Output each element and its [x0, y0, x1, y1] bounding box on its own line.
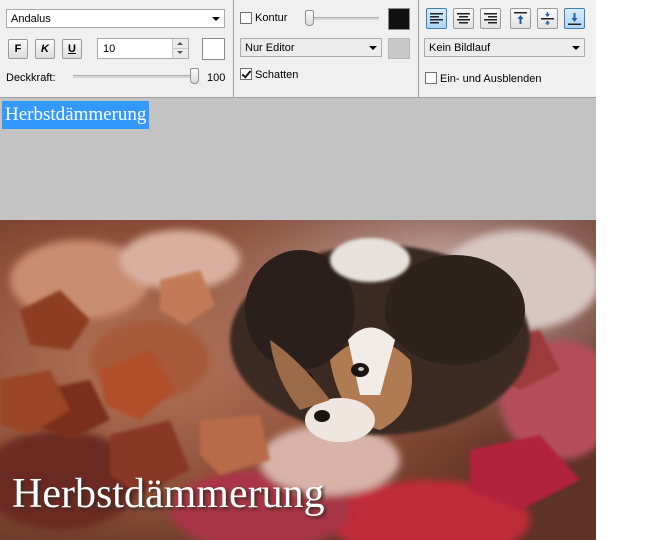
- align-left-button[interactable]: [426, 8, 447, 29]
- align-right-icon: [484, 13, 497, 24]
- align-left-icon: [430, 13, 443, 24]
- valign-bottom-button[interactable]: [564, 8, 585, 29]
- valign-bottom-icon: [568, 13, 581, 25]
- toolbar-separator: [418, 0, 419, 97]
- opacity-label: Deckkraft:: [6, 72, 56, 84]
- outline-label: Kontur: [255, 12, 288, 24]
- text-toolbar: Andalus F K U 10 Deckkraft: 100 Kontur N…: [0, 0, 596, 98]
- align-right-button[interactable]: [480, 8, 501, 29]
- chevron-down-icon: [212, 17, 220, 21]
- background-photo: Herbstdämmerung: [0, 220, 596, 540]
- shadow-label: Schatten: [255, 69, 299, 81]
- overlay-title-text: Herbstdämmerung: [12, 471, 325, 517]
- shadow-checkbox[interactable]: [240, 68, 252, 80]
- valign-top-icon: [514, 12, 527, 24]
- valign-middle-button[interactable]: [537, 8, 558, 29]
- align-center-icon: [457, 13, 470, 24]
- selected-text[interactable]: Herbstdämmerung: [2, 101, 150, 129]
- font-size-up-button[interactable]: [173, 39, 188, 49]
- valign-middle-icon: [541, 12, 554, 25]
- shadow-color-swatch[interactable]: [388, 38, 410, 59]
- scroll-effect-value: Kein Bildlauf: [429, 42, 491, 54]
- fade-label: Ein- und Ausblenden: [440, 73, 542, 85]
- chevron-down-icon: [369, 46, 377, 50]
- opacity-value: 100: [207, 72, 226, 84]
- outline-slider-thumb[interactable]: [305, 10, 314, 26]
- text-color-swatch[interactable]: [202, 38, 225, 60]
- font-size-value: 10: [103, 43, 116, 55]
- font-size-stepper[interactable]: 10: [97, 38, 189, 59]
- bold-button[interactable]: F: [8, 39, 28, 59]
- outline-color-swatch[interactable]: [388, 8, 410, 30]
- font-size-spin-buttons: [172, 39, 188, 58]
- align-center-button[interactable]: [453, 8, 474, 29]
- chevron-down-icon: [572, 46, 580, 50]
- outline-checkbox[interactable]: [240, 12, 252, 24]
- outline-mode-value: Nur Editor: [245, 42, 295, 54]
- font-size-down-button[interactable]: [173, 49, 188, 58]
- text-edit-area[interactable]: Herbstdämmerung: [0, 98, 596, 220]
- italic-button[interactable]: K: [35, 39, 55, 59]
- valign-top-button[interactable]: [510, 8, 531, 29]
- opacity-slider-thumb[interactable]: [190, 68, 199, 84]
- font-select-value: Andalus: [11, 13, 51, 25]
- outline-mode-select[interactable]: Nur Editor: [240, 38, 382, 57]
- fade-checkbox[interactable]: [425, 72, 437, 84]
- opacity-slider-track[interactable]: [73, 75, 197, 78]
- text-editor-window: Andalus F K U 10 Deckkraft: 100 Kontur N…: [0, 0, 596, 540]
- underline-button[interactable]: U: [62, 39, 82, 59]
- font-select[interactable]: Andalus: [6, 9, 225, 28]
- scroll-effect-select[interactable]: Kein Bildlauf: [424, 38, 585, 57]
- outline-slider-track[interactable]: [309, 17, 379, 20]
- toolbar-separator: [233, 0, 234, 97]
